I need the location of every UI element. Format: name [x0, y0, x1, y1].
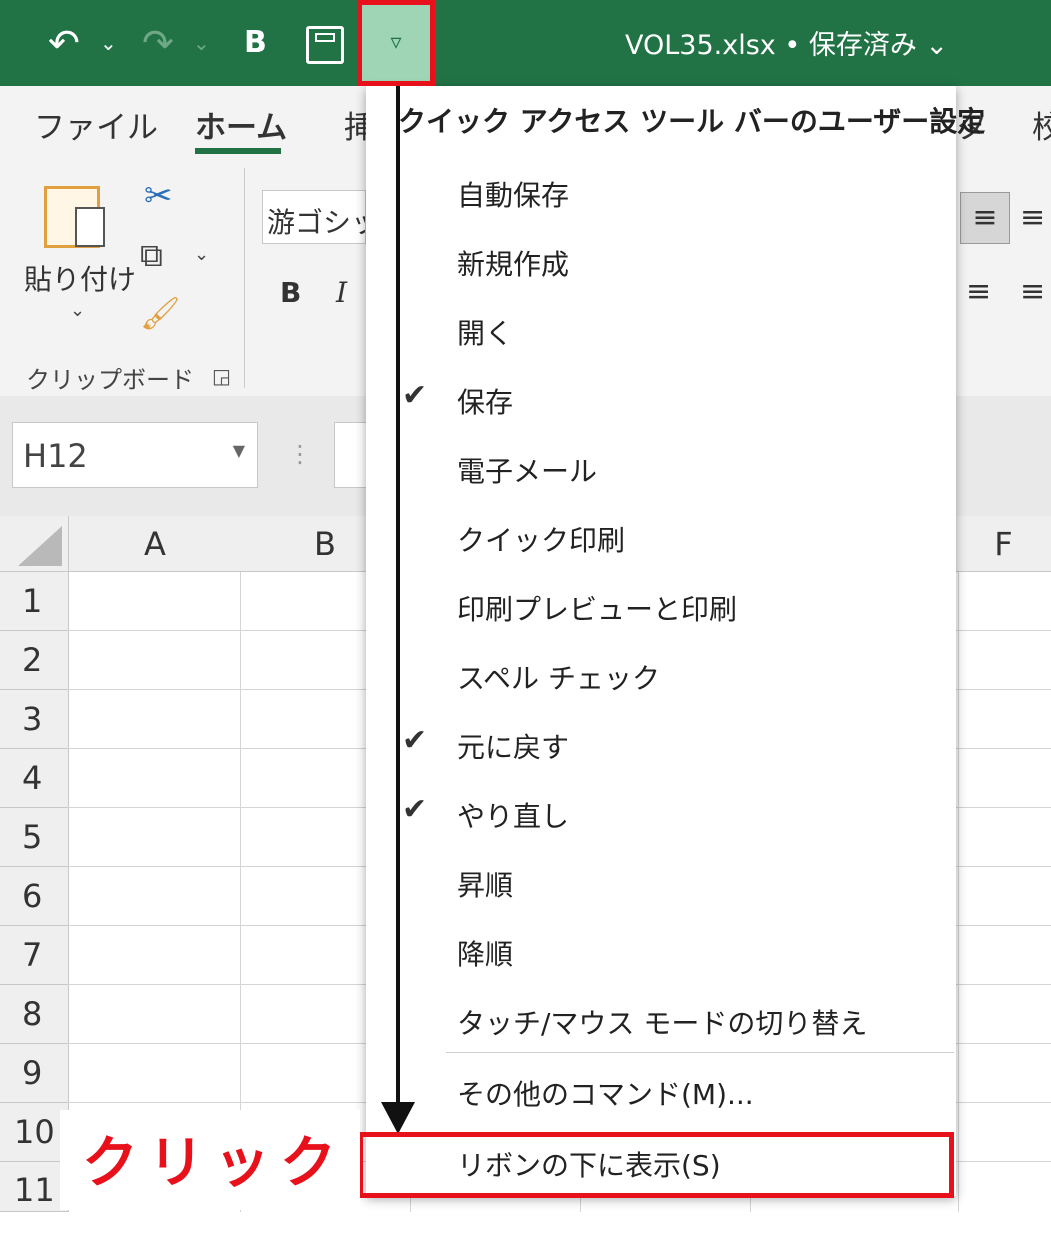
name-box-value: H12 [23, 437, 88, 475]
row-header-10[interactable]: 10 [0, 1103, 68, 1162]
menu-item-autosave[interactable]: 自動保存 [457, 174, 569, 214]
menu-separator [446, 1052, 954, 1053]
annotation-highlight-qat-button [357, 0, 435, 86]
row-header-11[interactable]: 11 [0, 1162, 68, 1212]
menu-item-save[interactable]: 保存 [457, 381, 513, 421]
clipboard-group-label: クリップボード [26, 366, 194, 394]
checkmark-icon: ✔ [402, 723, 428, 758]
menu-item-quick-print[interactable]: クイック印刷 [457, 519, 625, 559]
font-name-value: 游ゴシッ [267, 206, 365, 239]
menu-item-undo[interactable]: 元に戻す [457, 726, 569, 766]
row-header-5[interactable]: 5 [0, 808, 68, 867]
row-header-1[interactable]: 1 [0, 572, 68, 631]
annotation-arrow-line [396, 84, 400, 1106]
bold-button[interactable]: B [280, 276, 301, 309]
menu-item-new[interactable]: 新規作成 [457, 243, 569, 283]
menu-item-sort-ascending[interactable]: 昇順 [457, 864, 513, 904]
row-header-7[interactable]: 7 [0, 926, 68, 985]
name-box[interactable]: H12 ▼ [12, 422, 258, 488]
menu-item-more-commands[interactable]: その他のコマンド(M)... [457, 1073, 754, 1113]
menu-item-redo[interactable]: やり直し [457, 795, 569, 835]
cut-icon[interactable]: ✂ [144, 176, 173, 216]
group-divider [244, 168, 245, 388]
redo-icon: ↷ [142, 21, 174, 65]
tab-home[interactable]: ホーム [195, 102, 287, 147]
menu-item-print-preview[interactable]: 印刷プレビューと印刷 [457, 588, 737, 628]
copy-dropdown-icon[interactable]: ⌄ [194, 244, 209, 265]
document-title[interactable]: VOL35.xlsx • 保存済み ⌄ [625, 0, 948, 92]
align-middle-icon[interactable]: ≡ [1020, 200, 1045, 235]
row-header-6[interactable]: 6 [0, 867, 68, 926]
name-box-dropdown-icon[interactable]: ▼ [233, 441, 245, 460]
dialog-launcher-icon[interactable]: ◲ [212, 364, 231, 388]
column-gridline [958, 572, 959, 1212]
align-top-icon[interactable]: ≡ [960, 192, 1010, 244]
tab-review[interactable]: 校 [1032, 102, 1051, 147]
undo-icon[interactable]: ↶ [48, 0, 80, 86]
active-tab-indicator [195, 148, 281, 154]
annotation-arrow-head [381, 1102, 415, 1134]
italic-button[interactable]: I [336, 276, 347, 309]
column-header-a[interactable]: A [70, 516, 240, 572]
format-painter-icon[interactable]: 🖌 [140, 294, 181, 332]
row-header-border [68, 516, 69, 1212]
menu-item-touch-mouse-mode[interactable]: タッチ/マウス モードの切り替え [457, 1002, 867, 1042]
menu-item-open[interactable]: 開く [457, 312, 513, 352]
menu-item-email[interactable]: 電子メール [457, 450, 597, 490]
select-all-button[interactable] [18, 526, 62, 566]
more-options-icon[interactable]: ⋮ [288, 440, 312, 468]
menu-item-sort-descending[interactable]: 降順 [457, 933, 513, 973]
redo-dropdown-icon: ⌄ [193, 31, 210, 55]
font-name-box[interactable]: 游ゴシッ [262, 190, 366, 244]
checkmark-icon: ✔ [402, 378, 428, 413]
align-left-icon[interactable]: ≡ [966, 274, 991, 309]
row-header-8[interactable]: 8 [0, 985, 68, 1044]
annotation-highlight-menu-item [358, 1132, 954, 1198]
undo-dropdown-icon[interactable]: ⌄ [100, 0, 117, 86]
menu-title: クイック アクセス ツール バーのユーザー設定 [398, 105, 986, 138]
row-header-3[interactable]: 3 [0, 690, 68, 749]
annotation-click-label: クリック [82, 1131, 346, 1196]
checkmark-icon: ✔ [402, 792, 428, 827]
paste-label[interactable]: 貼り付け [24, 258, 136, 298]
menu-item-spelling[interactable]: スペル チェック [457, 657, 660, 697]
row-header-2[interactable]: 2 [0, 631, 68, 690]
tab-file[interactable]: ファイル [34, 102, 158, 147]
bold-qat-button[interactable]: B [244, 0, 267, 86]
row-header-4[interactable]: 4 [0, 749, 68, 808]
row-header-9[interactable]: 9 [0, 1044, 68, 1103]
paste-icon[interactable] [44, 186, 105, 248]
column-header-f[interactable]: F [956, 516, 1051, 572]
copy-icon[interactable]: ⧉ [140, 236, 163, 275]
align-center-icon[interactable]: ≡ [1020, 274, 1045, 309]
paste-dropdown-icon[interactable]: ⌄ [70, 300, 85, 321]
save-sync-icon[interactable] [306, 26, 344, 64]
